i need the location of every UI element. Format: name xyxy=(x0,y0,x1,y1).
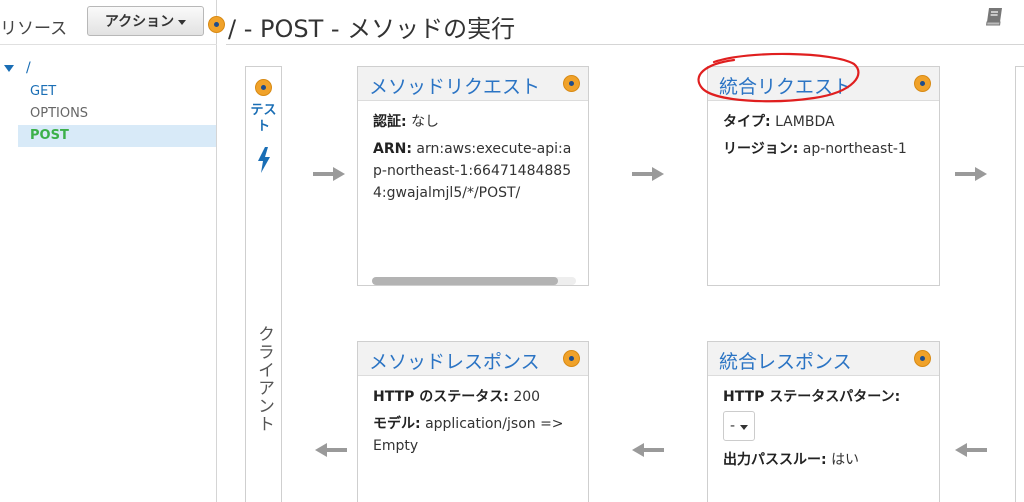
actions-dropdown-button[interactable]: アクション xyxy=(87,6,204,36)
integration-request-title[interactable]: 統合リクエスト xyxy=(719,72,852,99)
info-dot-icon[interactable] xyxy=(914,75,931,92)
method-response-body: HTTP のステータス: 200 モデル: application/json =… xyxy=(358,376,588,457)
http-status-value: 200 xyxy=(513,389,541,405)
arrow-right-icon xyxy=(313,167,345,181)
method-request-title[interactable]: メソッドリクエスト xyxy=(369,72,540,99)
caret-down-icon xyxy=(740,424,749,430)
horizontal-scrollbar[interactable] xyxy=(372,277,576,285)
sidebar-header: リソース アクション xyxy=(0,6,217,40)
arrow-right-icon xyxy=(632,167,664,181)
type-value: LAMBDA xyxy=(775,114,835,130)
info-dot-icon[interactable] xyxy=(255,79,272,96)
actions-label: アクション xyxy=(104,14,175,30)
auth-value: なし xyxy=(411,114,440,130)
info-dot-icon[interactable] xyxy=(208,16,225,33)
info-dot-icon[interactable] xyxy=(914,350,931,367)
arrow-left-icon xyxy=(632,443,664,457)
status-pattern-select[interactable]: - xyxy=(723,411,756,441)
info-dot-icon[interactable] xyxy=(563,75,580,92)
integration-response-header: 統合レスポンス xyxy=(708,342,939,376)
scrollbar-thumb[interactable] xyxy=(372,277,558,285)
type-label: タイプ: xyxy=(723,114,771,130)
resource-root-label: / xyxy=(26,60,31,76)
method-response-card: メソッドレスポンス HTTP のステータス: 200 モデル: applicat… xyxy=(357,341,589,502)
http-status-label: HTTP のステータス: xyxy=(373,389,509,405)
caret-down-icon xyxy=(178,19,187,25)
lightning-icon[interactable] xyxy=(256,147,272,173)
method-request-card: メソッドリクエスト 認証: なし ARN: arn:aws:execute-ap… xyxy=(357,66,589,286)
region-value: ap-northeast-1 xyxy=(802,141,907,157)
expand-triangle-icon[interactable] xyxy=(4,64,14,72)
resources-title: リソース xyxy=(0,19,68,39)
passthrough-value: はい xyxy=(831,452,860,468)
region-label: リージョン: xyxy=(723,141,799,157)
method-request-header: メソッドリクエスト xyxy=(358,67,588,101)
integration-response-body: HTTP ステータスパターン: - 出力パススルー: はい xyxy=(708,376,939,471)
integration-request-body: タイプ: LAMBDA リージョン: ap-northeast-1 xyxy=(708,101,939,160)
method-request-body: 認証: なし ARN: arn:aws:execute-api:ap-north… xyxy=(358,101,588,271)
passthrough-label: 出力パススルー: xyxy=(723,452,827,468)
status-pattern-label: HTTP ステータスパターン: xyxy=(723,389,901,405)
client-column: テスト クライアント xyxy=(245,66,282,502)
page-title: / - POST - メソッドの実行 xyxy=(228,15,516,43)
test-link[interactable]: テスト xyxy=(246,103,281,135)
resources-sidebar: リソース アクション / GET OPTIONS POST xyxy=(0,0,217,502)
arrow-left-icon xyxy=(315,443,347,457)
integration-request-header: 統合リクエスト xyxy=(708,67,939,101)
client-label: クライアント xyxy=(254,325,274,433)
method-response-header: メソッドレスポンス xyxy=(358,342,588,376)
backend-card xyxy=(1015,66,1024,502)
title-divider xyxy=(226,44,1024,45)
arn-label: ARN: xyxy=(373,141,412,157)
sidebar-divider xyxy=(0,44,217,45)
arrow-left-icon xyxy=(955,443,987,457)
model-label: モデル: xyxy=(373,416,421,432)
test-label[interactable]: テスト xyxy=(251,103,277,135)
integration-request-card: 統合リクエスト タイプ: LAMBDA リージョン: ap-northeast-… xyxy=(707,66,940,286)
method-response-title[interactable]: メソッドレスポンス xyxy=(369,347,540,374)
auth-label: 認証: xyxy=(373,114,407,130)
method-post[interactable]: POST xyxy=(30,128,69,143)
method-options[interactable]: OPTIONS xyxy=(30,106,88,121)
status-pattern-value: - xyxy=(730,418,736,434)
integration-response-title[interactable]: 統合レスポンス xyxy=(719,347,852,374)
integration-response-card: 統合レスポンス HTTP ステータスパターン: - 出力パススルー: はい xyxy=(707,341,940,502)
book-icon[interactable] xyxy=(985,6,1005,28)
resource-root[interactable]: / xyxy=(4,60,31,76)
arrow-right-icon xyxy=(955,167,987,181)
method-get[interactable]: GET xyxy=(30,84,56,99)
info-dot-icon[interactable] xyxy=(563,350,580,367)
